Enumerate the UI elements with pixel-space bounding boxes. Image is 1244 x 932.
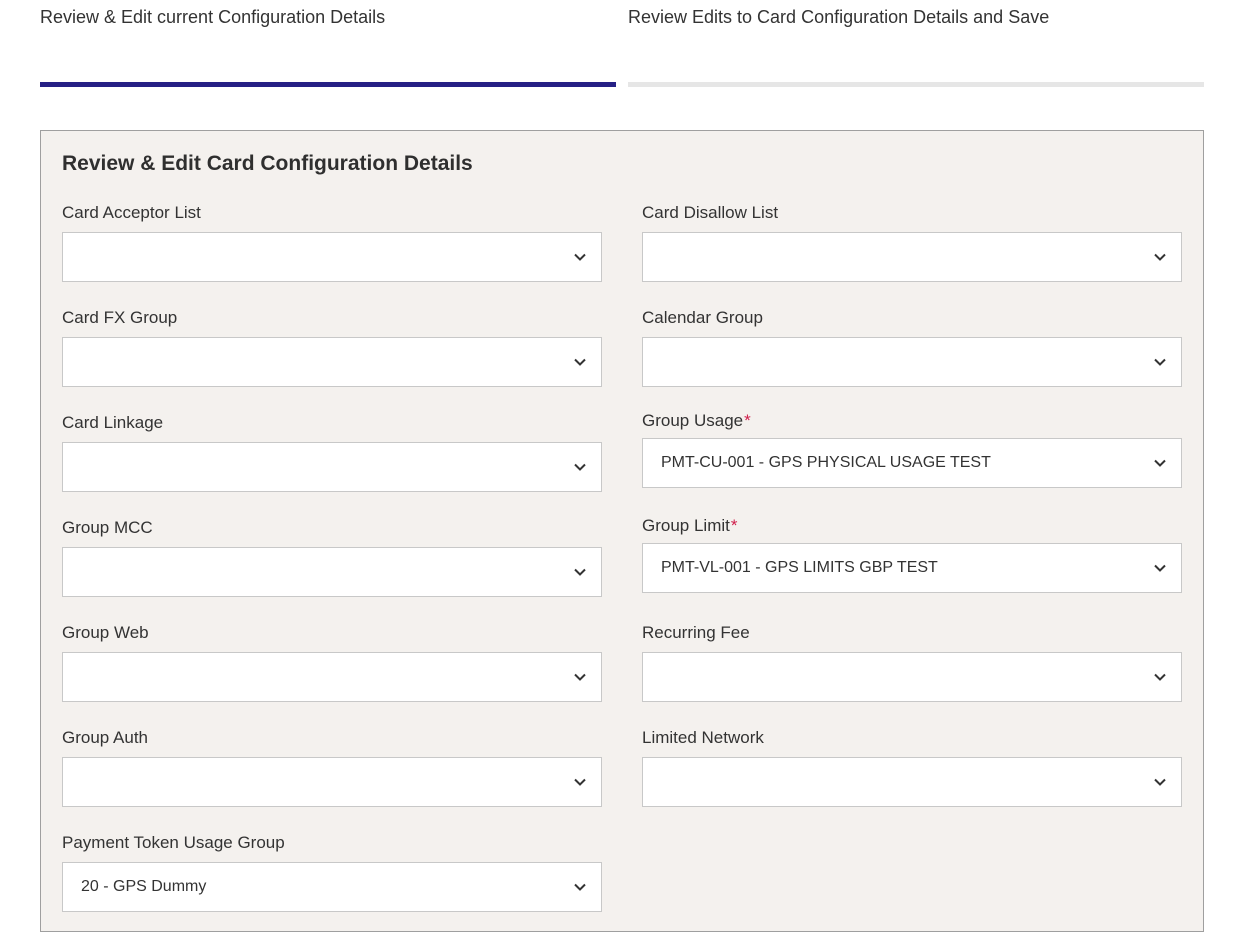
group-limit-field: Group Limit* PMT-VL-001 - GPS LIMITS GBP…: [642, 515, 1182, 593]
field-label: Card Disallow List: [642, 203, 779, 222]
group-usage-select[interactable]: PMT-CU-001 - GPS PHYSICAL USAGE TEST: [642, 438, 1182, 488]
chevron-down-icon: [574, 883, 586, 891]
chevron-down-icon: [574, 463, 586, 471]
field-label: Card FX Group: [62, 308, 178, 327]
select-value: 20 - GPS Dummy: [81, 878, 207, 895]
payment-token-usage-group-select[interactable]: 20 - GPS Dummy: [62, 862, 602, 912]
limited-network-field: Limited Network: [642, 727, 1182, 807]
group-limit-select[interactable]: PMT-VL-001 - GPS LIMITS GBP TEST: [642, 543, 1182, 593]
calendar-group-field: Calendar Group: [642, 307, 1182, 387]
field-label: Recurring Fee: [642, 623, 750, 642]
field-label: Group Usage*: [642, 410, 1182, 431]
panel-title: Review & Edit Card Configuration Details: [62, 152, 473, 175]
select-value: PMT-CU-001 - GPS PHYSICAL USAGE TEST: [661, 454, 991, 471]
chevron-down-icon: [574, 673, 586, 681]
recurring-fee-field: Recurring Fee: [642, 622, 1182, 702]
group-auth-field: Group Auth: [62, 727, 602, 807]
group-web-select[interactable]: [62, 652, 602, 702]
chevron-down-icon: [1154, 673, 1166, 681]
chevron-down-icon: [1154, 778, 1166, 786]
payment-token-usage-group-field: Payment Token Usage Group 20 - GPS Dummy: [62, 832, 602, 912]
chevron-down-icon: [1154, 459, 1166, 467]
card-disallow-list-select[interactable]: [642, 232, 1182, 282]
field-label: Group Web: [62, 623, 149, 642]
chevron-down-icon: [574, 778, 586, 786]
field-label: Group MCC: [62, 518, 153, 537]
chevron-down-icon: [1154, 358, 1166, 366]
step-review-edit[interactable]: Review & Edit current Configuration Deta…: [40, 0, 616, 90]
config-panel: Review & Edit Card Configuration Details…: [40, 130, 1204, 932]
chevron-down-icon: [574, 568, 586, 576]
group-web-field: Group Web: [62, 622, 602, 702]
step-label: Review & Edit current Configuration Deta…: [40, 7, 386, 27]
chevron-down-icon: [574, 358, 586, 366]
field-label: Card Acceptor List: [62, 203, 201, 222]
required-marker: *: [744, 411, 751, 430]
chevron-down-icon: [1154, 564, 1166, 572]
chevron-down-icon: [1154, 253, 1166, 261]
chevron-down-icon: [574, 253, 586, 261]
field-label: Group Auth: [62, 728, 149, 747]
group-mcc-field: Group MCC: [62, 517, 602, 597]
calendar-group-select[interactable]: [642, 337, 1182, 387]
step-review-save[interactable]: Review Edits to Card Configuration Detai…: [628, 0, 1204, 90]
group-usage-field: Group Usage* PMT-CU-001 - GPS PHYSICAL U…: [642, 410, 1182, 488]
step-progress-bar-active: [40, 82, 616, 87]
card-fx-group-field: Card FX Group: [62, 307, 602, 387]
select-value: PMT-VL-001 - GPS LIMITS GBP TEST: [661, 559, 938, 576]
limited-network-select[interactable]: [642, 757, 1182, 807]
field-label: Card Linkage: [62, 413, 164, 432]
step-progress-bar-inactive: [628, 82, 1204, 87]
group-mcc-select[interactable]: [62, 547, 602, 597]
step-label: Review Edits to Card Configuration Detai…: [628, 7, 1050, 27]
recurring-fee-select[interactable]: [642, 652, 1182, 702]
card-linkage-select[interactable]: [62, 442, 602, 492]
field-label-text: Group Limit: [642, 516, 730, 535]
card-linkage-field: Card Linkage: [62, 412, 602, 492]
required-marker: *: [730, 516, 738, 535]
field-label-text: Group Usage: [642, 411, 744, 430]
card-fx-group-select[interactable]: [62, 337, 602, 387]
field-label: Limited Network: [642, 728, 764, 747]
field-label: Group Limit*: [642, 515, 1182, 536]
field-label: Calendar Group: [642, 308, 763, 327]
card-acceptor-list-select[interactable]: [62, 232, 602, 282]
field-label: Payment Token Usage Group: [62, 833, 285, 852]
card-acceptor-list-field: Card Acceptor List: [62, 202, 602, 282]
card-disallow-list-field: Card Disallow List: [642, 202, 1182, 282]
stepper: Review & Edit current Configuration Deta…: [40, 0, 1204, 90]
group-auth-select[interactable]: [62, 757, 602, 807]
